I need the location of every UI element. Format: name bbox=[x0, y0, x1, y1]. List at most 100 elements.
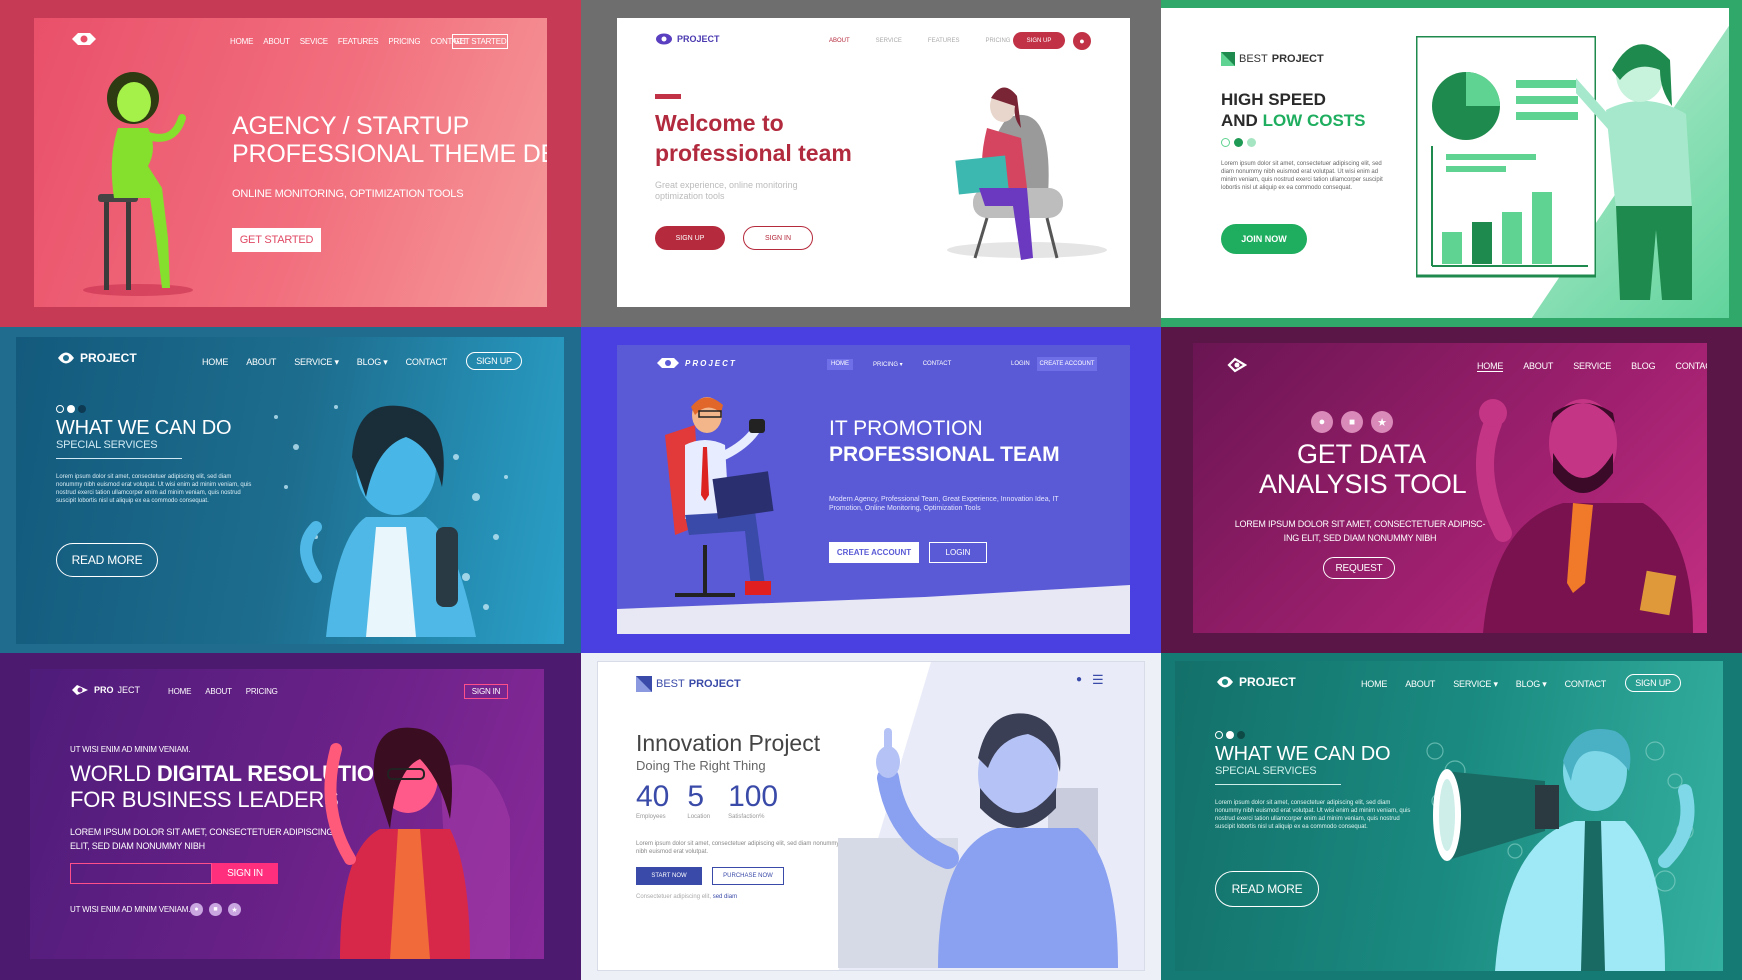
tile-it-promotion: PROJECT HOME PRICING ▾ CONTACT LOGIN CRE… bbox=[581, 327, 1161, 653]
nav-sign-in-button[interactable]: SIGN IN bbox=[464, 684, 508, 699]
stats-row: 40 Employees 5 Location 100 Satisfaction… bbox=[636, 780, 778, 820]
nav-get-started-button[interactable]: GET STARTED bbox=[452, 34, 508, 49]
sign-in-button[interactable]: SIGN IN bbox=[743, 226, 813, 250]
innovation-page: BEST PROJECT ● ☰ Innovation Project Doing… bbox=[597, 661, 1145, 971]
purchase-now-button[interactable]: PURCHASE NOW bbox=[712, 867, 784, 885]
request-button[interactable]: REQUEST bbox=[1323, 557, 1395, 579]
nav-service[interactable]: SERVICE bbox=[876, 38, 902, 44]
stat-location: 5 Location bbox=[687, 780, 710, 820]
nav-home[interactable]: HOME bbox=[1477, 361, 1503, 372]
user-icon[interactable]: ● bbox=[1076, 674, 1082, 685]
nav-service[interactable]: SERVICE ▾ bbox=[1453, 679, 1498, 690]
square-icon[interactable]: ■ bbox=[209, 903, 222, 916]
nav-home[interactable]: HOME bbox=[827, 359, 853, 370]
create-account-button[interactable]: CREATE ACCOUNT bbox=[829, 542, 919, 563]
read-more-button[interactable]: READ MORE bbox=[1215, 871, 1319, 907]
dot-1[interactable] bbox=[56, 405, 64, 413]
nav-features[interactable]: FEATURES bbox=[338, 37, 379, 46]
man-with-megaphone-figure bbox=[1426, 729, 1695, 971]
woman-with-backpack-figure bbox=[274, 405, 508, 637]
dot-3[interactable] bbox=[78, 405, 86, 413]
nav-contact[interactable]: CONTACT bbox=[406, 357, 448, 368]
nav-sign-up-button[interactable]: SIGN UP bbox=[466, 352, 522, 370]
star-icon[interactable]: ★ bbox=[228, 903, 241, 916]
nav-service[interactable]: SERVICE ▾ bbox=[294, 357, 339, 368]
sign-in-button[interactable]: SIGN IN bbox=[212, 863, 278, 884]
subheadline: ONLINE MONITORING, OPTIMIZATION TOOLS bbox=[232, 188, 464, 200]
nav-home[interactable]: HOME bbox=[1361, 679, 1387, 690]
nav-home[interactable]: HOME bbox=[202, 357, 228, 368]
nav-pricing[interactable]: PRICING ▾ bbox=[873, 359, 903, 370]
login-button[interactable]: LOGIN bbox=[929, 542, 987, 563]
dot-2[interactable] bbox=[1234, 138, 1243, 147]
join-now-button[interactable]: JOIN NOW bbox=[1221, 224, 1307, 254]
stat-label: Location bbox=[687, 814, 711, 820]
body-text: Lorem ipsum dolor sit amet, consectetuer… bbox=[636, 841, 840, 855]
tile-digital-resolutions: PRO JECT HOME ABOUT PRICING SIGN IN UT WI… bbox=[0, 653, 581, 980]
subheadline: Doing The Right Thing bbox=[636, 758, 766, 773]
high-speed-page: BEST PROJECT HIGH SPEED AND LOW COSTS Lor… bbox=[1161, 8, 1729, 318]
nav-service[interactable]: SERVICE bbox=[1573, 361, 1611, 372]
nav-service[interactable]: SEVICE bbox=[300, 37, 328, 46]
services-page-teal: PROJECT HOME ABOUT SERVICE ▾ BLOG ▾ CONT… bbox=[1175, 661, 1723, 971]
eye-logo-icon[interactable] bbox=[1227, 357, 1247, 373]
nav-pricing[interactable]: PRICING bbox=[246, 687, 278, 696]
get-started-button[interactable]: GET STARTED bbox=[232, 228, 321, 252]
carousel-dots bbox=[56, 405, 86, 413]
read-more-button[interactable]: READ MORE bbox=[56, 543, 158, 577]
project-logo[interactable]: PROJECT bbox=[655, 33, 720, 45]
nav-blog[interactable]: BLOG ▾ bbox=[1516, 679, 1547, 690]
nav-home[interactable]: HOME bbox=[168, 687, 191, 696]
best-project-logo[interactable]: BEST PROJECT bbox=[1221, 52, 1324, 66]
tile-what-we-can-do-teal: PROJECT HOME ABOUT SERVICE ▾ BLOG ▾ CONT… bbox=[1161, 653, 1742, 980]
eye-logo-icon[interactable] bbox=[70, 32, 98, 46]
nav-contact[interactable]: CONTACT bbox=[1675, 361, 1707, 372]
body-line-2: ING ELIT, SED DIAM NONUMMY NIBH bbox=[1283, 533, 1437, 543]
headline-line-2: AND LOW COSTS bbox=[1221, 111, 1366, 131]
best-project-logo[interactable]: BEST PROJECT bbox=[636, 676, 741, 692]
nav-contact[interactable]: CONTACT bbox=[1565, 679, 1607, 690]
menu-icon[interactable]: ☰ bbox=[1092, 672, 1104, 688]
dot-2[interactable] bbox=[1226, 731, 1234, 739]
footnote-text: Consectetuer adipiscing elit, bbox=[636, 894, 713, 900]
nav-about[interactable]: ABOUT bbox=[829, 38, 850, 44]
headline-line-2: professional team bbox=[655, 140, 852, 166]
nav-about[interactable]: ABOUT bbox=[1523, 361, 1553, 372]
dot-3[interactable] bbox=[1237, 731, 1245, 739]
user-icon[interactable]: ● bbox=[1073, 32, 1091, 50]
nav-about[interactable]: ABOUT bbox=[1405, 679, 1435, 690]
nav-home[interactable]: HOME bbox=[230, 37, 253, 46]
nav-about[interactable]: ABOUT bbox=[205, 687, 232, 696]
dot-1[interactable] bbox=[1221, 138, 1230, 147]
logo-icon bbox=[656, 33, 672, 45]
project-logo[interactable]: PROJECT bbox=[655, 357, 737, 369]
nav-about[interactable]: ABOUT bbox=[263, 37, 290, 46]
email-input[interactable] bbox=[70, 863, 212, 884]
nav-sign-up-button[interactable]: SIGN UP bbox=[1013, 32, 1065, 49]
star-icon[interactable]: ★ bbox=[1371, 411, 1393, 433]
top-nav: HOME ABOUT PRICING bbox=[168, 687, 278, 696]
circle-icon[interactable]: ● bbox=[1311, 411, 1333, 433]
project-logo[interactable]: PROJECT bbox=[1215, 675, 1296, 689]
nav-blog[interactable]: BLOG ▾ bbox=[357, 357, 388, 368]
dot-1[interactable] bbox=[1215, 731, 1223, 739]
nav-sign-up-button[interactable]: SIGN UP bbox=[1625, 674, 1681, 692]
nav-features[interactable]: FEATURES bbox=[928, 38, 960, 44]
nav-create-account-button[interactable]: CREATE ACCOUNT bbox=[1037, 357, 1097, 371]
nav-contact[interactable]: CONTACT bbox=[923, 359, 952, 370]
circle-icon[interactable]: ● bbox=[190, 903, 203, 916]
headline-line-2: PROFESSIONAL TEAM bbox=[829, 443, 1060, 466]
start-now-button[interactable]: START NOW bbox=[636, 867, 702, 885]
footnote-link[interactable]: sed diam bbox=[713, 894, 737, 900]
dot-2[interactable] bbox=[67, 405, 75, 413]
sign-up-button[interactable]: SIGN UP bbox=[655, 226, 725, 250]
project-logo[interactable]: PROJECT bbox=[70, 683, 140, 697]
dot-3[interactable] bbox=[1247, 138, 1256, 147]
nav-login[interactable]: LOGIN bbox=[1011, 361, 1030, 367]
nav-about[interactable]: ABOUT bbox=[246, 357, 276, 368]
nav-pricing[interactable]: PRICING bbox=[388, 37, 420, 46]
nav-pricing[interactable]: PRICING bbox=[985, 38, 1010, 44]
square-icon[interactable]: ■ bbox=[1341, 411, 1363, 433]
project-logo[interactable]: PROJECT bbox=[56, 351, 137, 365]
nav-blog[interactable]: BLOG bbox=[1631, 361, 1655, 372]
